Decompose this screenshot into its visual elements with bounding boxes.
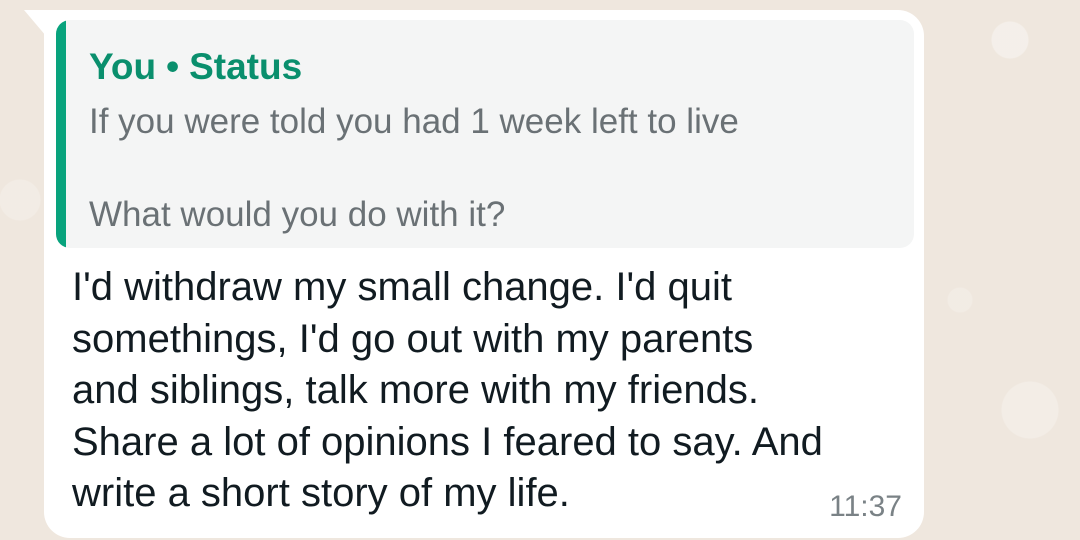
message-line: and siblings, talk more with my friends. bbox=[72, 368, 759, 412]
quote-context: Status bbox=[189, 46, 303, 87]
bubble-tail bbox=[24, 10, 46, 36]
quote-accent-bar bbox=[56, 20, 66, 248]
quote-header: You • Status bbox=[89, 46, 302, 88]
quote-sender: You bbox=[89, 46, 157, 87]
message-text: I'd withdraw my small change. I'd quit s… bbox=[72, 262, 917, 520]
quote-separator: • bbox=[166, 46, 180, 87]
message-line: I'd withdraw my small change. I'd quit bbox=[72, 265, 732, 309]
message-line: Share a lot of opinions I feared to say.… bbox=[72, 419, 823, 464]
message-timestamp: 11:37 bbox=[829, 490, 902, 523]
message-line: write a short story of my life. bbox=[72, 471, 570, 515]
quote-text-line: If you were told you had 1 week left to … bbox=[89, 102, 739, 141]
message-bubble[interactable]: You • Status If you were told you had 1 we… bbox=[44, 10, 924, 538]
quote-text-line: What would you do with it? bbox=[89, 195, 506, 234]
quoted-status-reply[interactable]: You • Status If you were told you had 1 we… bbox=[56, 20, 914, 248]
message-line: somethings, I'd go out with my parents bbox=[72, 316, 754, 361]
